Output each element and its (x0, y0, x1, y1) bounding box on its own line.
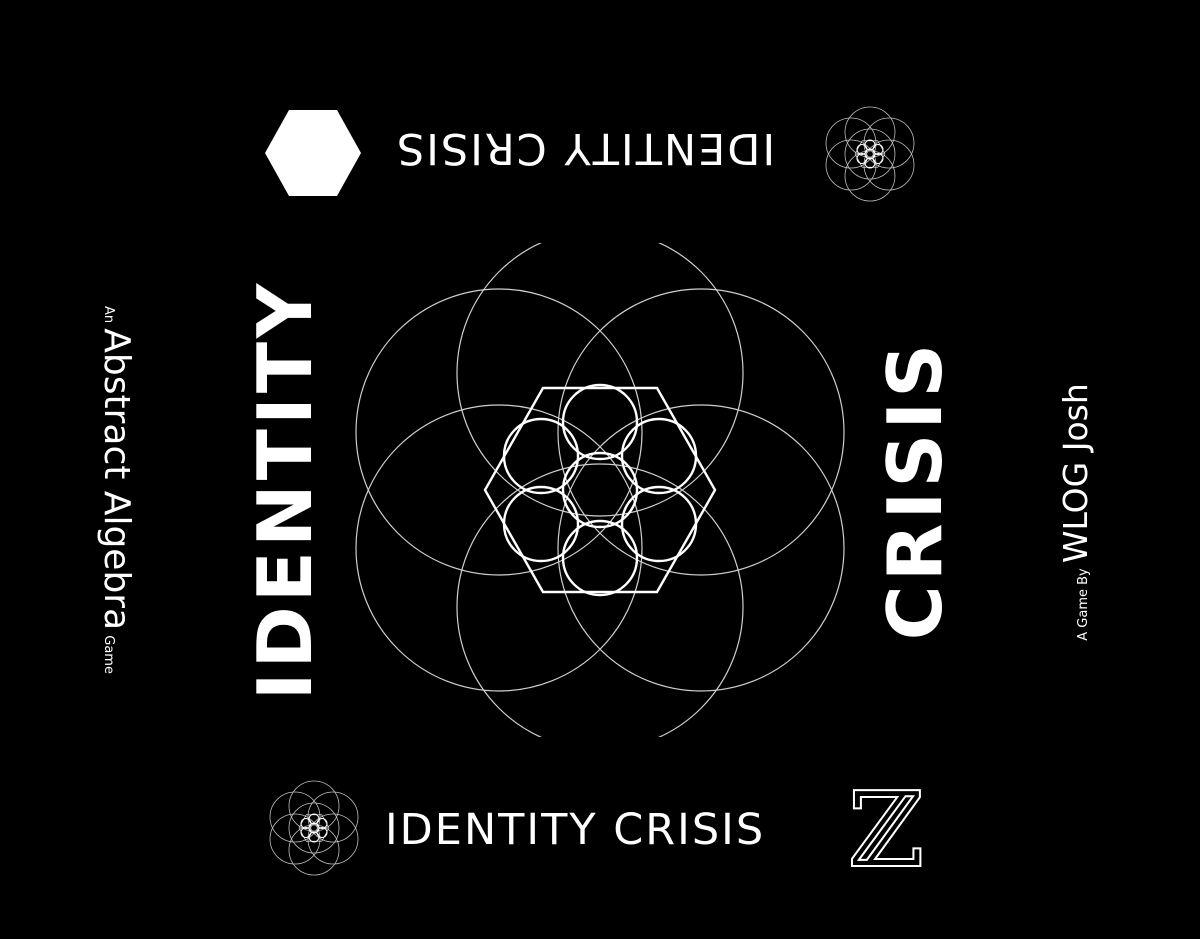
subtitle-suffix: Game (101, 635, 116, 674)
central-flower-of-life-icon (355, 243, 845, 737)
subtitle-main: Abstract Algebra (96, 328, 137, 631)
subtitle-vertical: An Abstract Algebra Game (88, 306, 137, 674)
title-top-inverted: IDENTITY CRISIS (394, 123, 776, 173)
integers-z-icon: ℤ (847, 769, 925, 891)
author-prefix: A Game By (1076, 568, 1091, 641)
flower-of-life-icon-small-bottom (269, 780, 359, 876)
author-name: WLOG Josh (1056, 383, 1095, 564)
hexagon-icon (265, 110, 361, 196)
subtitle-prefix: An (101, 306, 116, 324)
author-vertical: A Game By WLOG Josh (1056, 383, 1104, 640)
flower-of-life-icon-small-top (825, 106, 915, 202)
title-bottom: IDENTITY CRISIS (385, 805, 766, 855)
spine-word-crisis: CRISIS (871, 339, 959, 641)
spine-word-identity: IDENTITY (241, 279, 329, 701)
